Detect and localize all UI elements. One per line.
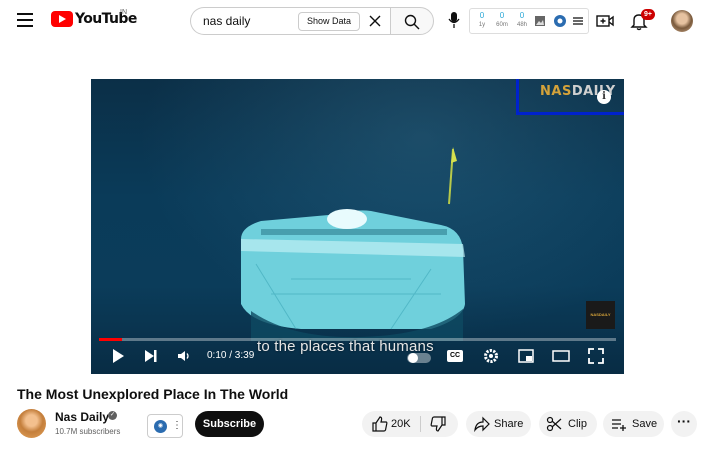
video-player[interactable]: NASDAILY i NASDAILY to the places that h… <box>91 79 624 374</box>
mic-icon[interactable] <box>446 10 462 30</box>
more-actions-button[interactable]: ··· <box>671 411 697 437</box>
like-dislike-group: 20K <box>362 411 458 437</box>
scissors-icon <box>546 416 562 432</box>
miniplayer-icon[interactable] <box>517 347 535 365</box>
brand-highlight-box: NASDAILY i <box>516 79 624 115</box>
stat-48h: 0 48h <box>512 11 532 30</box>
search-input[interactable]: nas daily Show Data <box>190 7 390 35</box>
clear-search-icon[interactable] <box>367 13 383 29</box>
extension-logo-icon: ◉ <box>154 420 167 433</box>
stat-unit: 1y <box>478 22 486 28</box>
youtube-play-icon <box>51 11 73 27</box>
search-button[interactable] <box>390 7 434 35</box>
notification-badge: 9+ <box>641 9 655 20</box>
share-icon <box>474 416 490 432</box>
subscribe-button[interactable]: Subscribe <box>195 411 264 437</box>
stat-unit: 60m <box>496 22 508 28</box>
clip-label: Clip <box>568 418 587 430</box>
stat-value: 0 <box>479 11 485 20</box>
channel-watermark[interactable]: NASDAILY <box>586 301 615 329</box>
thumbs-down-icon[interactable] <box>430 416 446 432</box>
settings-gear-icon[interactable] <box>482 347 500 365</box>
thumbs-up-icon[interactable] <box>372 416 388 432</box>
create-video-icon[interactable] <box>596 12 614 30</box>
list-menu-icon[interactable] <box>572 15 584 27</box>
user-avatar[interactable] <box>671 10 693 32</box>
extension-channel-button[interactable]: ◉ ⋮ <box>147 414 183 438</box>
time-display: 0:10 / 3:39 <box>207 350 255 361</box>
country-code: IN <box>120 9 127 16</box>
captions-button[interactable]: CC <box>447 350 463 362</box>
verified-check-icon: ✓ <box>108 411 117 420</box>
channel-avatar[interactable] <box>17 409 46 438</box>
image-icon[interactable] <box>534 15 546 27</box>
save-label: Save <box>632 418 658 430</box>
submarine-image <box>241 147 465 341</box>
brand-part1: NAS <box>540 84 572 99</box>
subscriber-count: 10.7M subscribers <box>55 427 121 436</box>
search-icon <box>404 14 420 30</box>
fullscreen-icon[interactable] <box>587 347 605 365</box>
search-value: nas daily <box>203 14 251 28</box>
clip-button[interactable]: Clip <box>539 411 597 437</box>
theater-mode-icon[interactable] <box>552 347 570 365</box>
stat-value: 0 <box>519 11 525 20</box>
info-icon[interactable]: i <box>597 90 611 104</box>
next-icon[interactable] <box>142 347 160 365</box>
extension-logo-icon[interactable] <box>554 15 566 27</box>
progress-fill <box>99 338 123 341</box>
play-icon[interactable] <box>109 347 127 365</box>
stat-value: 0 <box>499 11 505 20</box>
extension-stats-panel[interactable]: 0 1y 0 60m 0 48h <box>469 8 589 34</box>
save-button[interactable]: Save <box>603 411 664 437</box>
like-count[interactable]: 20K <box>391 418 411 430</box>
stat-1y: 0 1y <box>472 11 492 30</box>
share-button[interactable]: Share <box>466 411 531 437</box>
kebab-menu-icon[interactable]: ⋮ <box>172 420 182 431</box>
autoplay-toggle[interactable] <box>407 353 431 363</box>
top-bar: YouTube IN nas daily Show Data 0 1y 0 60… <box>0 0 715 42</box>
share-label: Share <box>494 418 524 430</box>
menu-icon[interactable] <box>17 13 33 27</box>
video-title: The Most Unexplored Place In The World <box>17 386 289 402</box>
logo-text: YouTube <box>75 11 137 27</box>
caption-text: to the places that humans <box>257 338 434 355</box>
channel-name[interactable]: Nas Daily <box>55 410 109 424</box>
like-divider <box>420 416 421 432</box>
add-to-playlist-icon <box>612 419 626 431</box>
show-data-button[interactable]: Show Data <box>298 12 361 31</box>
volume-icon[interactable] <box>175 347 193 365</box>
stat-unit: 48h <box>516 22 527 28</box>
stat-60m: 0 60m <box>492 11 512 30</box>
